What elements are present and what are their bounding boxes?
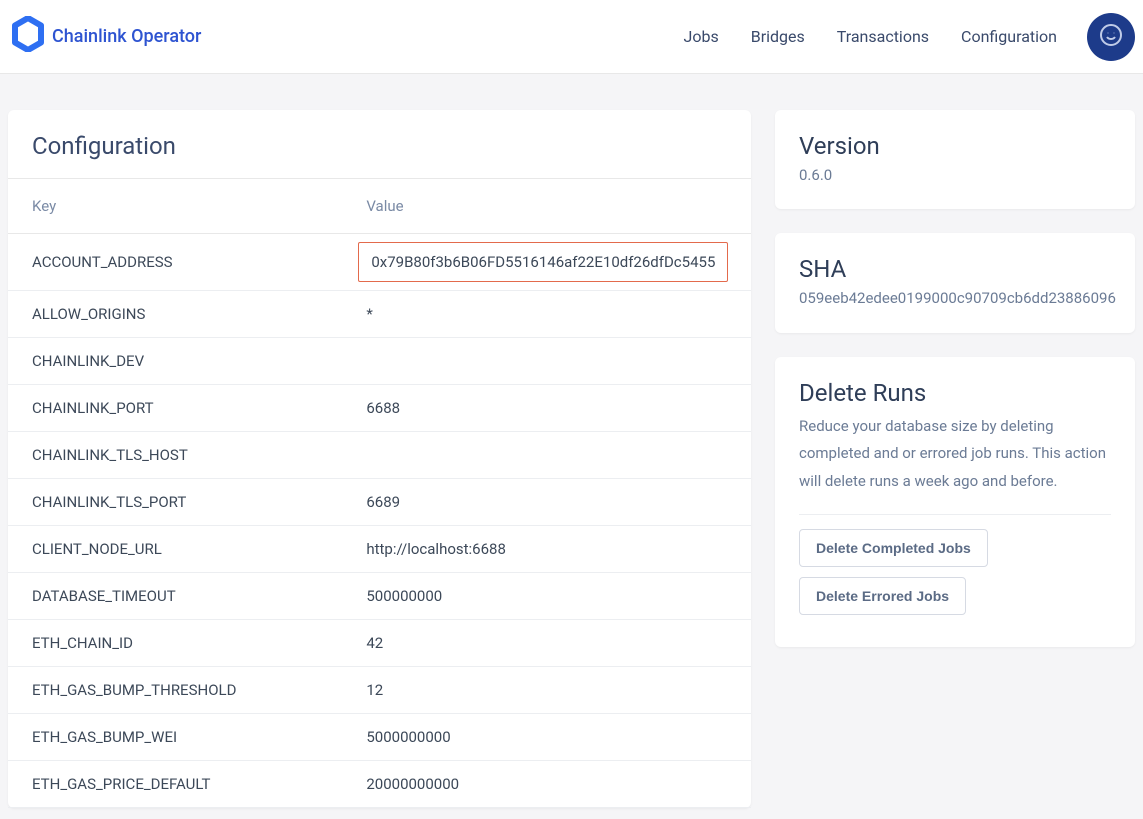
config-key: ALLOW_ORIGINS bbox=[8, 291, 342, 338]
config-key: ETH_GAS_PRICE_DEFAULT bbox=[8, 761, 342, 808]
config-key: DATABASE_TIMEOUT bbox=[8, 573, 342, 620]
config-value: 5000000000 bbox=[342, 714, 751, 761]
table-row: ACCOUNT_ADDRESS 0x79B80f3b6B06FD5516146af… bbox=[8, 234, 751, 291]
table-row: ETH_CHAIN_ID42 bbox=[8, 620, 751, 667]
table-row: ETH_GAS_PRICE_DEFAULT20000000000 bbox=[8, 761, 751, 808]
nav-transactions[interactable]: Transactions bbox=[821, 15, 945, 58]
user-avatar[interactable] bbox=[1087, 13, 1135, 61]
config-value: 42 bbox=[342, 620, 751, 667]
nav-bridges[interactable]: Bridges bbox=[735, 15, 821, 58]
table-row: DATABASE_TIMEOUT500000000 bbox=[8, 573, 751, 620]
delete-errored-jobs-button[interactable]: Delete Errored Jobs bbox=[799, 577, 966, 615]
sha-title: SHA bbox=[799, 255, 1111, 283]
config-key: CLIENT_NODE_URL bbox=[8, 526, 342, 573]
config-value: 0x79B80f3b6B06FD5516146af22E10df26dfDc54… bbox=[342, 234, 751, 291]
chainlink-hexagon-icon bbox=[12, 16, 44, 57]
brand-logo[interactable]: Chainlink Operator bbox=[12, 16, 201, 57]
sha-value: 059eeb42edee0199000c90709cb6dd23886096 bbox=[799, 287, 1111, 310]
brand-text: Chainlink Operator bbox=[52, 26, 201, 47]
topbar: Chainlink Operator Jobs Bridges Transact… bbox=[0, 0, 1143, 74]
config-key: CHAINLINK_TLS_HOST bbox=[8, 432, 342, 479]
highlighted-value: 0x79B80f3b6B06FD5516146af22E10df26dfDc54… bbox=[358, 242, 728, 282]
config-key: ACCOUNT_ADDRESS bbox=[8, 234, 342, 291]
table-row: CHAINLINK_TLS_HOST bbox=[8, 432, 751, 479]
config-key: ETH_GAS_BUMP_THRESHOLD bbox=[8, 667, 342, 714]
face-icon bbox=[1099, 23, 1123, 51]
nav-right: Jobs Bridges Transactions Configuration bbox=[668, 13, 1135, 61]
col-value: Value bbox=[342, 179, 751, 234]
configuration-card: Configuration Key Value ACCOUNT_ADDRESS 0… bbox=[8, 110, 751, 808]
delete-completed-jobs-button[interactable]: Delete Completed Jobs bbox=[799, 529, 988, 567]
version-card: Version 0.6.0 bbox=[775, 110, 1135, 209]
table-row: ALLOW_ORIGINS* bbox=[8, 291, 751, 338]
delete-runs-card: Delete Runs Reduce your database size by… bbox=[775, 357, 1135, 647]
delete-runs-title: Delete Runs bbox=[799, 379, 1111, 407]
config-value bbox=[342, 432, 751, 479]
config-value bbox=[342, 338, 751, 385]
config-value: 500000000 bbox=[342, 573, 751, 620]
config-value: 12 bbox=[342, 667, 751, 714]
config-value: 20000000000 bbox=[342, 761, 751, 808]
table-row: ETH_GAS_BUMP_WEI5000000000 bbox=[8, 714, 751, 761]
col-key: Key bbox=[8, 179, 342, 234]
config-value: http://localhost:6688 bbox=[342, 526, 751, 573]
version-value: 0.6.0 bbox=[799, 164, 1111, 187]
delete-runs-desc: Reduce your database size by deleting co… bbox=[799, 413, 1111, 496]
config-key: ETH_CHAIN_ID bbox=[8, 620, 342, 667]
configuration-title: Configuration bbox=[32, 132, 727, 160]
config-key: CHAINLINK_TLS_PORT bbox=[8, 479, 342, 526]
nav-jobs[interactable]: Jobs bbox=[668, 15, 735, 58]
table-row: CLIENT_NODE_URLhttp://localhost:6688 bbox=[8, 526, 751, 573]
config-key: ETH_GAS_BUMP_WEI bbox=[8, 714, 342, 761]
table-row: ETH_GAS_BUMP_THRESHOLD12 bbox=[8, 667, 751, 714]
sha-card: SHA 059eeb42edee0199000c90709cb6dd238860… bbox=[775, 233, 1135, 332]
table-row: CHAINLINK_TLS_PORT6689 bbox=[8, 479, 751, 526]
nav-configuration[interactable]: Configuration bbox=[945, 15, 1073, 58]
table-row: CHAINLINK_DEV bbox=[8, 338, 751, 385]
config-key: CHAINLINK_DEV bbox=[8, 338, 342, 385]
config-key: CHAINLINK_PORT bbox=[8, 385, 342, 432]
config-value: 6689 bbox=[342, 479, 751, 526]
version-title: Version bbox=[799, 132, 1111, 160]
divider bbox=[799, 514, 1111, 515]
table-row: CHAINLINK_PORT6688 bbox=[8, 385, 751, 432]
config-value: * bbox=[342, 291, 751, 338]
config-value: 6688 bbox=[342, 385, 751, 432]
configuration-table: Key Value ACCOUNT_ADDRESS 0x79B80f3b6B06F… bbox=[8, 179, 751, 808]
